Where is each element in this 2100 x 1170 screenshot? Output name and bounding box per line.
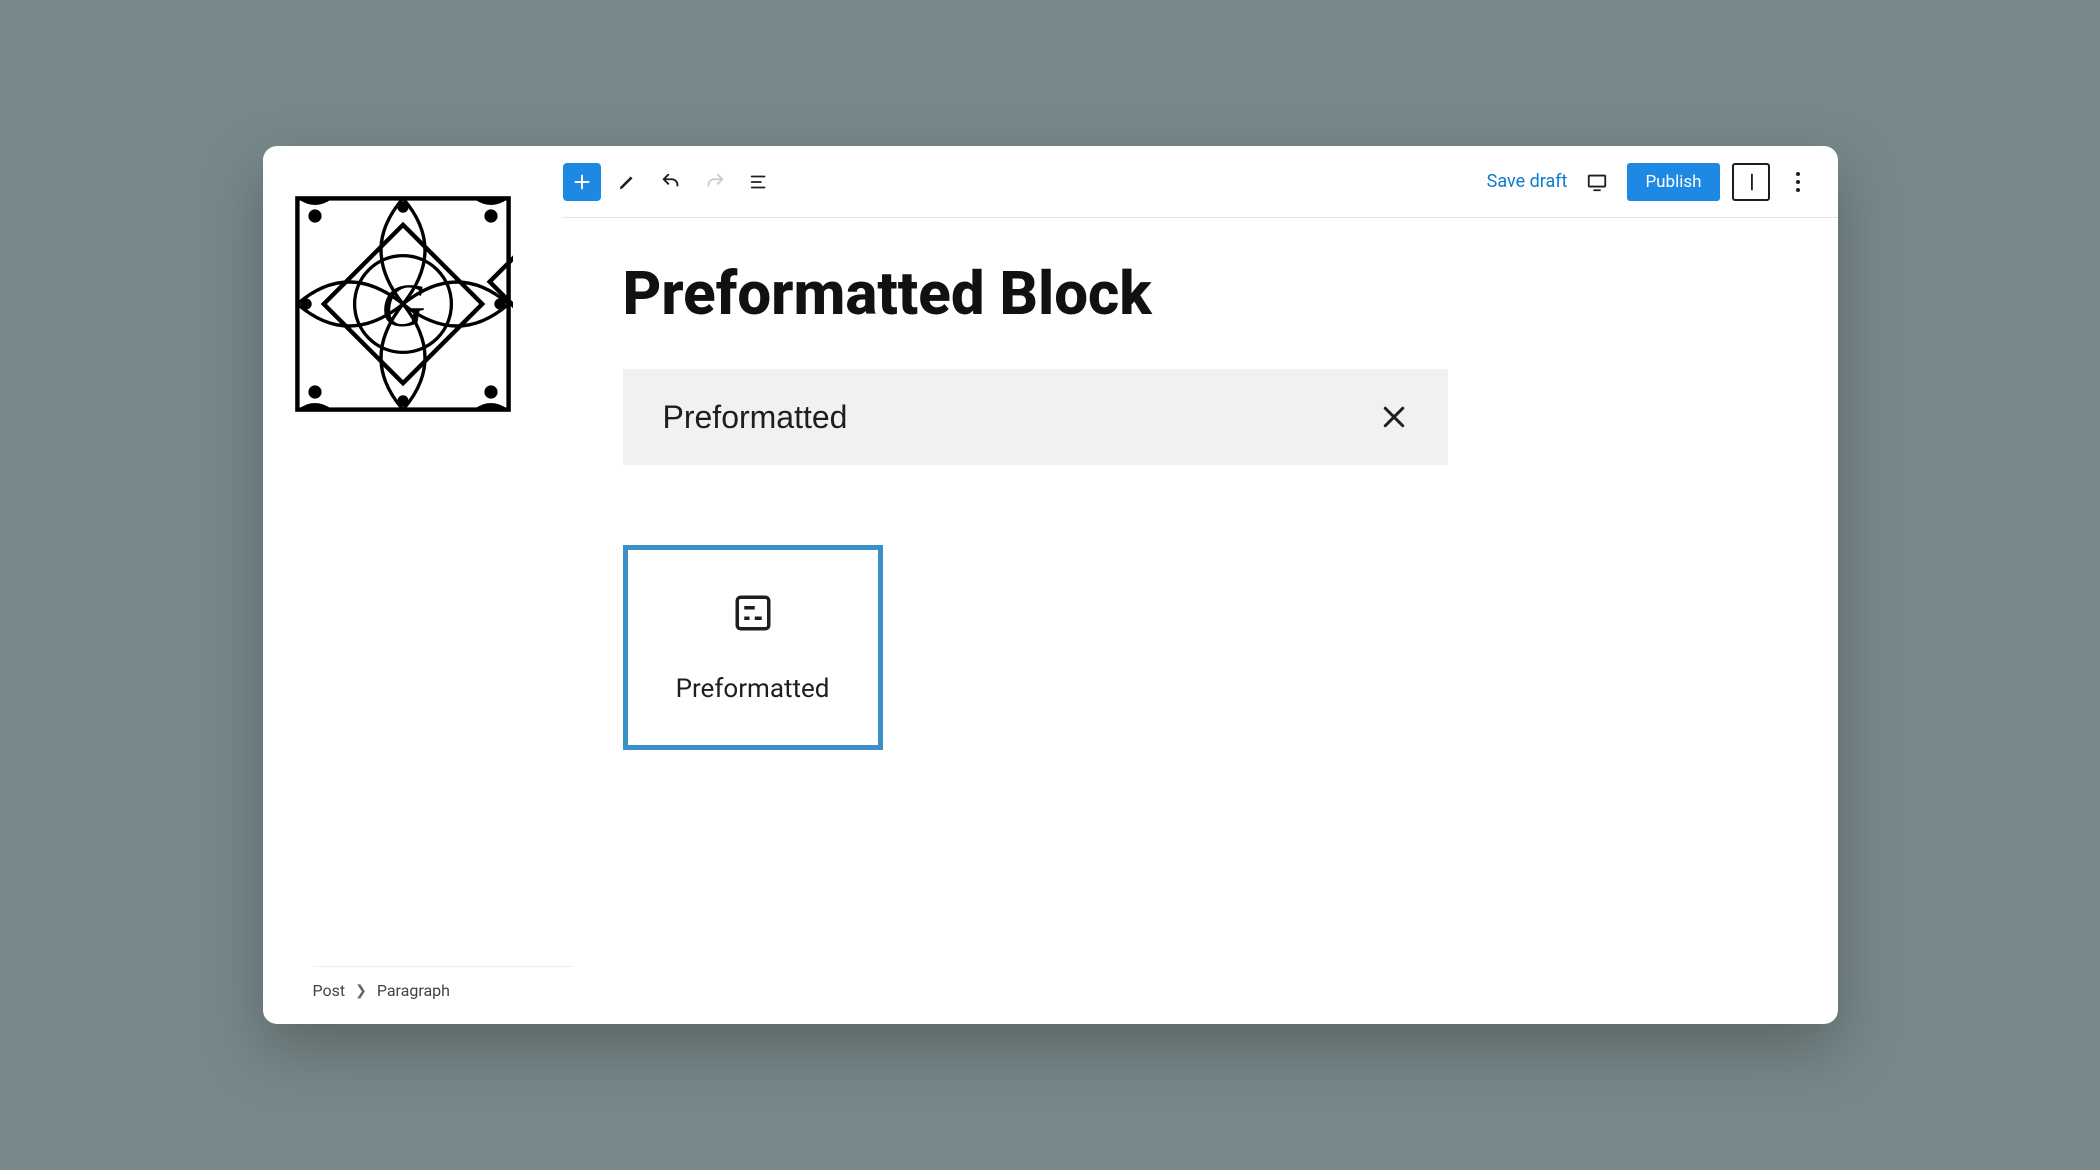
breadcrumb: Post ❯ Paragraph <box>313 966 573 1000</box>
sidebar-icon <box>1740 171 1762 193</box>
block-result-label: Preformatted <box>676 674 830 704</box>
breadcrumb-current[interactable]: Paragraph <box>377 981 450 1000</box>
editor-window: G <box>263 146 1838 1024</box>
save-draft-button[interactable]: Save draft <box>1487 171 1568 192</box>
block-result-preformatted[interactable]: Preformatted <box>623 545 883 750</box>
preformatted-block-icon <box>732 592 774 634</box>
desktop-preview-icon <box>1586 171 1608 193</box>
gutenberg-logo-icon: G <box>293 194 513 414</box>
chevron-right-icon: ❯ <box>355 983 367 999</box>
redo-icon <box>704 171 726 193</box>
clear-search-button[interactable] <box>1374 397 1414 437</box>
site-logo[interactable]: G <box>293 194 513 414</box>
block-search-input[interactable] <box>663 399 1374 436</box>
undo-icon <box>660 171 682 193</box>
close-icon <box>1379 402 1409 432</box>
edit-pencil-icon <box>616 171 638 193</box>
redo-button <box>697 164 733 200</box>
editor-body: Preformatted Block Preformatted <box>563 218 1838 1024</box>
settings-sidebar-toggle[interactable] <box>1732 163 1770 201</box>
breadcrumb-root[interactable]: Post <box>313 981 346 1000</box>
site-logo-column: G <box>263 146 563 1024</box>
add-block-button[interactable] <box>563 163 601 201</box>
editor-main: Save draft Publish Preformatted Block <box>563 146 1838 1024</box>
preview-button[interactable] <box>1579 164 1615 200</box>
top-toolbar: Save draft Publish <box>563 146 1838 218</box>
kebab-menu-icon <box>1796 172 1800 192</box>
plus-icon <box>571 171 593 193</box>
more-options-button[interactable] <box>1782 163 1814 201</box>
list-view-icon <box>748 171 770 193</box>
tools-button[interactable] <box>609 164 645 200</box>
search-results: Preformatted <box>623 465 1778 750</box>
page-title[interactable]: Preformatted Block <box>623 258 1778 329</box>
document-overview-button[interactable] <box>741 164 777 200</box>
publish-button[interactable]: Publish <box>1627 163 1719 201</box>
undo-button[interactable] <box>653 164 689 200</box>
block-search-row <box>623 369 1448 465</box>
